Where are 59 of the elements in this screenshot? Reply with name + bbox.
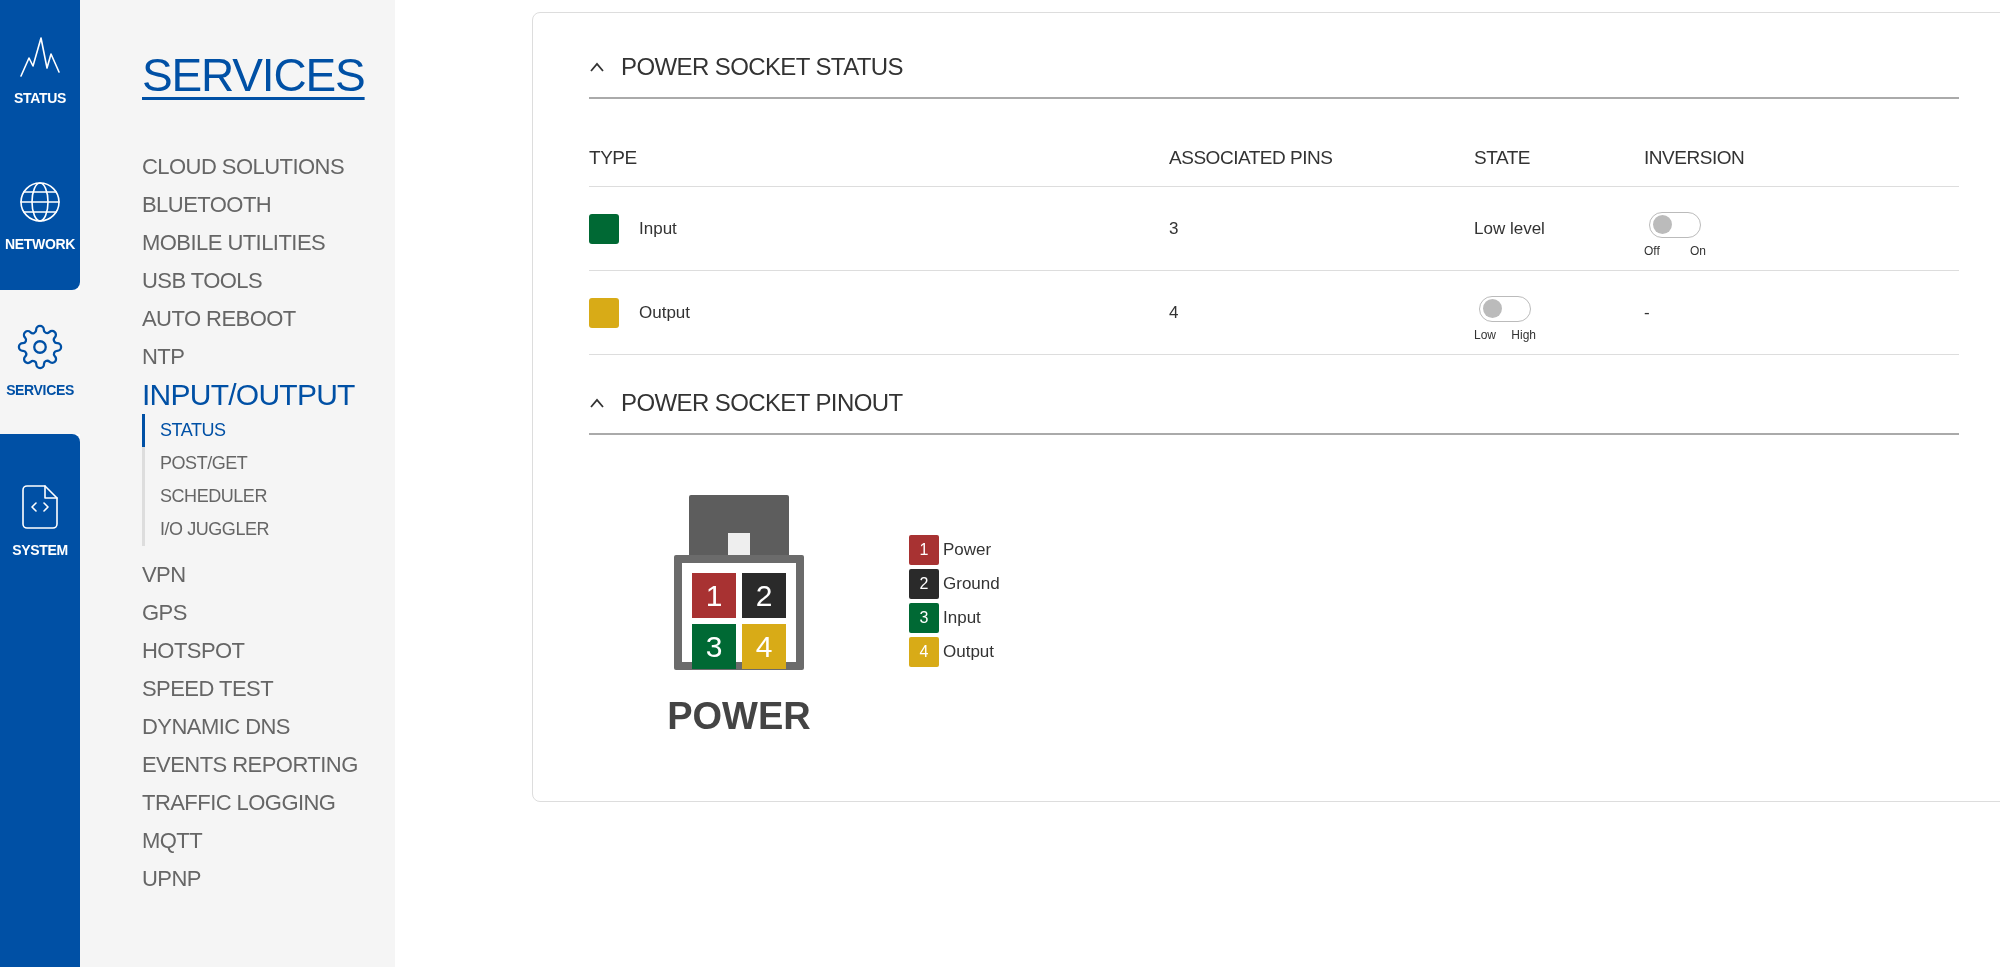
pin-label: Input [943, 607, 981, 630]
toggle-switch[interactable] [1479, 295, 1531, 322]
rail-tab[interactable]: SERVICES [0, 290, 80, 434]
sidebar-item[interactable]: BLUETOOTH [142, 186, 395, 224]
section-title: POWER SOCKET PINOUT [621, 388, 903, 418]
section-title: POWER SOCKET STATUS [621, 52, 903, 82]
sidebar-subitem[interactable]: POST/GET [145, 447, 248, 480]
pin-number-badge: 1 [909, 535, 939, 565]
sidebar-item[interactable]: NTP [142, 338, 395, 376]
sidebar-item[interactable]: AUTO REBOOT [142, 300, 395, 338]
sidebar-item[interactable]: UPNP [142, 860, 395, 898]
sidebar-item[interactable]: HOTSPOT [142, 632, 395, 670]
sidebar-subitem[interactable]: SCHEDULER [145, 480, 267, 513]
gear-icon [17, 323, 63, 370]
column-header: TYPE [589, 146, 637, 168]
toggle-on-label: On [1690, 242, 1706, 260]
table-cell-text: Input [639, 217, 677, 240]
sidebar-item[interactable]: VPN [142, 556, 395, 594]
pulse-icon [19, 36, 61, 78]
sidebar-item[interactable]: MOBILE UTILITIES [142, 224, 395, 262]
column-header: STATE [1474, 146, 1531, 168]
sidebar-item[interactable]: TRAFFIC LOGGING [142, 784, 395, 822]
table-cell-text: Output [639, 301, 691, 324]
sidebar-item[interactable]: DYNAMIC DNS [142, 708, 395, 746]
rail-tab[interactable]: NETWORK [0, 145, 80, 290]
globe-icon [18, 180, 62, 224]
column-header: ASSOCIATED PINS [1169, 146, 1333, 168]
pin-number-badge: 2 [909, 569, 939, 599]
toggle-off-label: Off [1644, 242, 1660, 260]
sidebar-subitem[interactable]: STATUS [145, 414, 226, 447]
connector-drawing: 1 2 3 4 [674, 495, 804, 670]
sidebar-item[interactable]: MQTT [142, 822, 395, 860]
pin-number-badge: 4 [909, 637, 939, 667]
table-cell: 3 [1169, 218, 1179, 238]
sidebar-subitem[interactable]: I/O JUGGLER [145, 513, 270, 546]
toggle-on-label: High [1511, 326, 1536, 344]
pin-label: Output [943, 641, 995, 664]
rail-tab[interactable]: STATUS [0, 0, 80, 145]
toggle-switch[interactable] [1649, 211, 1701, 238]
pin-label: Ground [943, 573, 1000, 596]
sidebar-item[interactable]: INPUT/OUTPUT [142, 376, 395, 414]
pin-number-badge: 3 [909, 603, 939, 633]
column-header: INVERSION [1644, 146, 1745, 168]
table-cell: - [1644, 302, 1650, 322]
sidebar-item[interactable]: EVENTS REPORTING [142, 746, 395, 784]
table-cell: 4 [1169, 302, 1179, 322]
caret-up-icon[interactable] [589, 62, 605, 72]
sidebar-item[interactable]: CLOUD SOLUTIONS [142, 148, 395, 186]
rail-tab[interactable]: SYSTEM [0, 434, 80, 967]
sidebar-item[interactable]: GPS [142, 594, 395, 632]
sidebar-item[interactable]: USB TOOLS [142, 262, 395, 300]
sidebar-item[interactable]: SPEED TEST [142, 670, 395, 708]
caret-up-icon[interactable] [589, 398, 605, 408]
toggle-off-label: Low [1474, 326, 1496, 344]
pin-label: Power [943, 539, 992, 562]
sidebar-title[interactable]: SERVICES [142, 52, 395, 98]
connector-label: POWER [667, 694, 811, 739]
table-cell: Low level [1474, 218, 1545, 238]
code-file-icon [21, 484, 59, 530]
